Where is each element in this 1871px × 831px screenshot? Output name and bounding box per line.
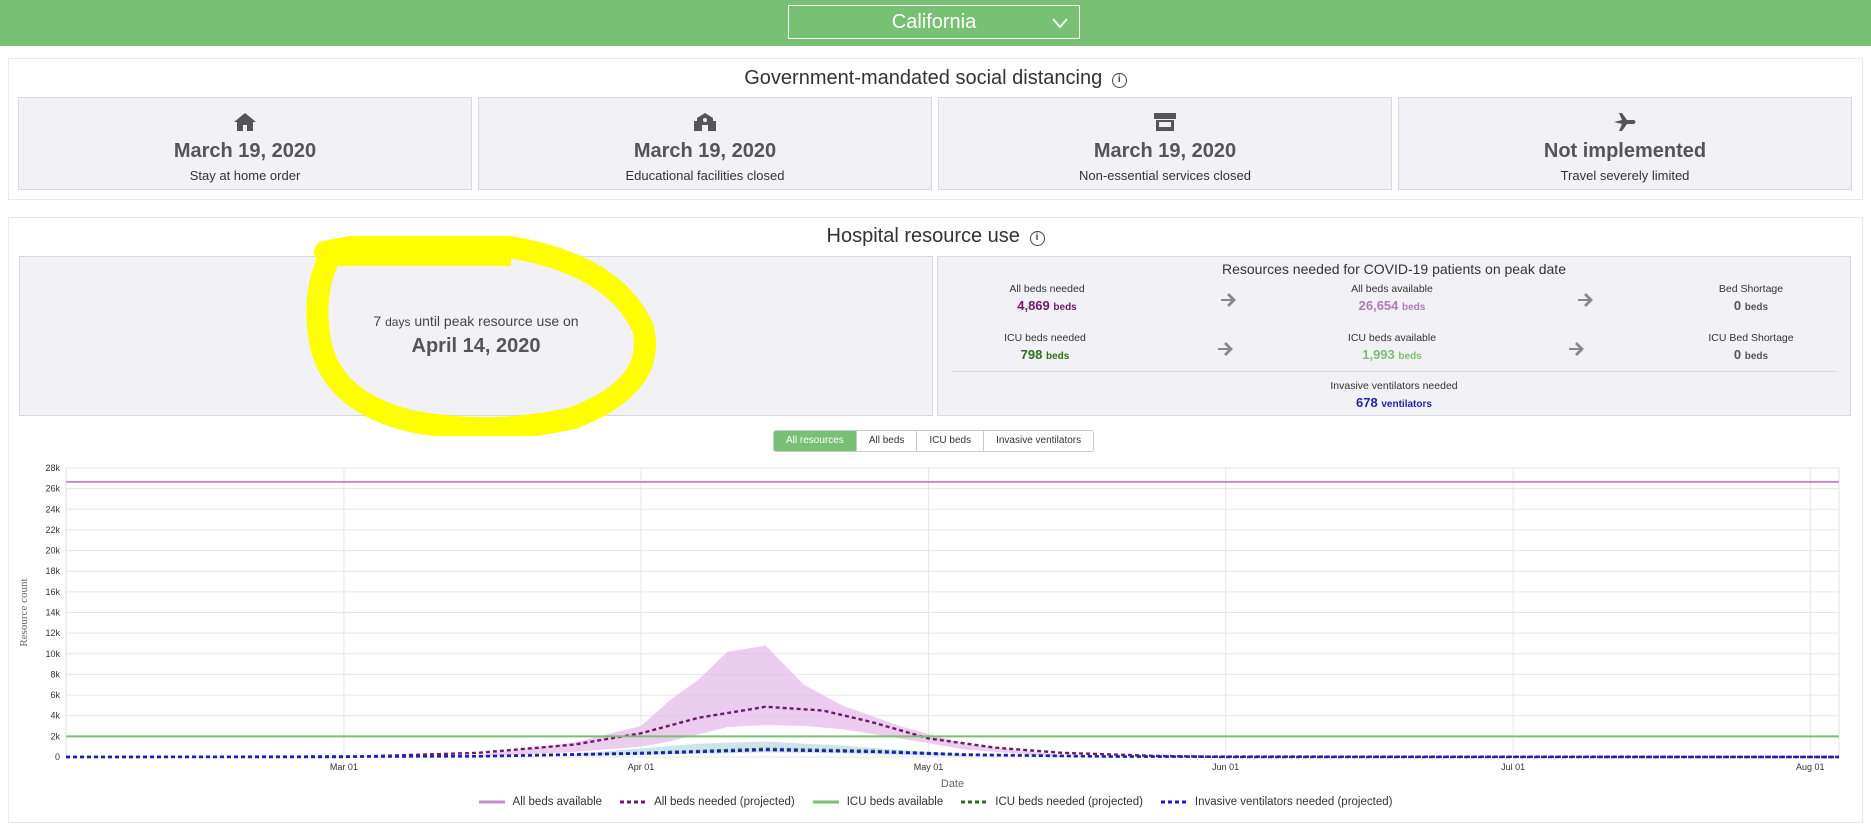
y-tick-label: 18k	[45, 566, 60, 576]
legend-swatch	[812, 800, 839, 804]
peak-days-unit: days	[385, 315, 411, 329]
travel-limited-card: Not implemented Travel severely limited	[1398, 97, 1852, 190]
x-tick-label: Apr 01	[628, 762, 655, 772]
x-tick-label: Mar 01	[330, 762, 358, 772]
peak-countdown-box: 7 days until peak resource use on April …	[19, 256, 933, 416]
peak-date: April 14, 2020	[411, 335, 541, 357]
legend-item[interactable]: ICU beds available	[812, 796, 944, 808]
info-icon[interactable]: i	[1111, 73, 1127, 88]
legend-item[interactable]: ICU beds needed (projected)	[961, 796, 1143, 808]
x-axis-label: Date	[941, 778, 964, 790]
arrow-right-icon	[1569, 342, 1584, 356]
legend-label: Invasive ventilators needed (projected)	[1194, 796, 1393, 808]
legend-label: All beds needed (projected)	[654, 796, 795, 808]
peak-text: until peak resource use on	[414, 313, 579, 329]
education-closed-card: March 19, 2020 Educational facilities cl…	[478, 97, 932, 190]
y-tick-label: 16k	[45, 587, 60, 597]
legend-swatch	[1160, 800, 1187, 804]
icu-beds-available: ICU beds available 1,993 beds	[1347, 332, 1437, 362]
toggle-all-resources[interactable]: All resources	[774, 431, 857, 451]
y-tick-label: 12k	[45, 628, 60, 638]
card-label: Non-essential services closed	[1079, 168, 1251, 183]
y-axis-label: Resource count	[18, 578, 30, 646]
toggle-icu-beds[interactable]: ICU beds	[917, 431, 985, 451]
resource-toggle-group: All resources All beds ICU beds Invasive…	[773, 430, 1095, 452]
x-tick-label: Jul 01	[1501, 762, 1525, 772]
x-tick-label: Aug 01	[1796, 762, 1825, 772]
card-date: March 19, 2020	[1093, 140, 1237, 162]
card-label: Travel severely limited	[1560, 168, 1690, 183]
y-tick-label: 26k	[45, 484, 60, 494]
chart-legend: All beds available All beds needed (proje…	[9, 796, 1862, 808]
legend-label: All beds available	[512, 796, 603, 808]
legend-label: ICU beds needed (projected)	[995, 796, 1143, 808]
series-line	[66, 705, 1839, 759]
legend-label: ICU beds available	[846, 796, 944, 808]
non-essential-closed-card: March 19, 2020 Non-essential services cl…	[938, 97, 1392, 190]
toggle-invasive-ventilators[interactable]: Invasive ventilators	[984, 431, 1094, 451]
y-tick-label: 6k	[50, 690, 60, 700]
divider	[951, 371, 1837, 372]
all-beds-available: All beds available 26,654 beds	[1351, 283, 1433, 313]
uncertainty-band	[478, 645, 1063, 757]
y-tick-label: 24k	[45, 504, 60, 514]
x-tick-label: Jun 01	[1212, 762, 1239, 772]
card-label: Stay at home order	[189, 168, 301, 183]
arrow-right-icon	[1218, 342, 1233, 356]
legend-swatch	[620, 800, 647, 804]
legend-item[interactable]: All beds needed (projected)	[620, 796, 795, 808]
stay-at-home-card: March 19, 2020 Stay at home order	[18, 97, 472, 190]
x-tick-label: May 01	[914, 762, 944, 772]
peak-days: 7	[373, 313, 382, 329]
y-tick-label: 8k	[50, 669, 60, 679]
ventilators-needed: Invasive ventilators needed 678 ventilat…	[1330, 380, 1458, 410]
y-tick-label: 10k	[45, 649, 60, 659]
hospital-resource-title: Hospital resource use	[826, 225, 1020, 247]
y-tick-label: 20k	[45, 546, 60, 556]
bed-shortage: Bed Shortage 0 beds	[1718, 283, 1784, 313]
legend-item[interactable]: Invasive ventilators needed (projected)	[1160, 796, 1393, 808]
chevron-down-icon	[1052, 18, 1068, 29]
y-tick-label: 0	[55, 752, 60, 762]
store-icon	[1154, 113, 1176, 131]
resource-chart: 0 2k 4k 6k 8k 10k 12k 14k 16k 18k 20k 22k 24k 26k 28k M…	[18, 463, 1840, 790]
airplane-icon	[1614, 113, 1636, 131]
y-tick-label: 4k	[50, 711, 60, 721]
card-label: Educational facilities closed	[625, 168, 785, 183]
y-tick-label: 22k	[45, 525, 60, 535]
all-beds-needed: All beds needed 4,869 beds	[1009, 283, 1085, 313]
state-dropdown-value: California	[891, 10, 977, 33]
peak-resources-box: Resources needed for COVID-19 patients o…	[937, 256, 1851, 416]
y-tick-label: 14k	[45, 608, 60, 618]
info-icon[interactable]: i	[1029, 231, 1045, 246]
social-distancing-panel: Government-mandated social distancing i …	[8, 58, 1863, 200]
state-dropdown[interactable]: California	[788, 5, 1080, 39]
card-date: March 19, 2020	[633, 140, 777, 162]
icu-beds-needed: ICU beds needed 798 beds	[1004, 332, 1086, 362]
resources-title: Resources needed for COVID-19 patients o…	[1222, 261, 1566, 277]
icu-bed-shortage: ICU Bed Shortage 0 beds	[1708, 332, 1794, 362]
school-icon	[694, 113, 716, 131]
arrow-right-icon	[1221, 293, 1236, 307]
card-date: Not implemented	[1543, 140, 1707, 162]
legend-item[interactable]: All beds available	[478, 796, 603, 808]
legend-swatch	[478, 800, 505, 804]
legend-swatch	[961, 800, 988, 804]
y-tick-label: 28k	[45, 463, 60, 473]
hospital-resource-panel: Hospital resource use i 7 days until pea…	[8, 217, 1863, 823]
card-date: March 19, 2020	[173, 140, 317, 162]
home-icon	[234, 113, 256, 131]
toggle-all-beds[interactable]: All beds	[856, 431, 918, 451]
top-bar: California	[0, 0, 1871, 46]
y-tick-label: 2k	[50, 731, 60, 741]
arrow-right-icon	[1578, 293, 1593, 307]
social-distancing-title: Government-mandated social distancing	[744, 67, 1103, 89]
